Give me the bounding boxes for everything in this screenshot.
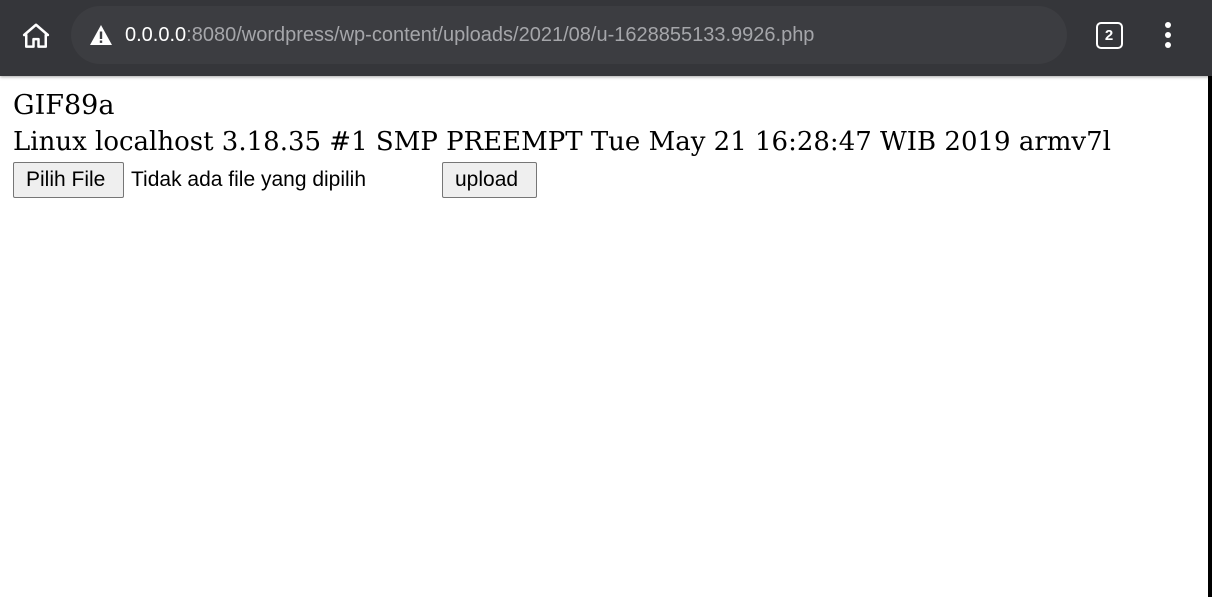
tab-switcher-button[interactable]: 2 [1088, 14, 1130, 56]
tab-switcher-icon: 2 [1095, 21, 1123, 49]
page-content: GIF89a Linux localhost 3.18.35 #1 SMP PR… [13, 88, 1111, 160]
browser-menu-button[interactable] [1148, 14, 1188, 56]
url-path: :8080/wordpress/wp-content/uploads/2021/… [186, 24, 815, 46]
url-text[interactable]: 0.0.0.0:8080/wordpress/wp-content/upload… [125, 6, 814, 64]
address-bar[interactable]: 0.0.0.0:8080/wordpress/wp-content/upload… [71, 6, 1067, 64]
upload-button[interactable]: upload [442, 162, 537, 198]
gif-header-text: GIF89a [13, 90, 115, 121]
url-host: 0.0.0.0 [125, 24, 187, 46]
tab-count: 2 [1104, 26, 1114, 44]
browser-toolbar: 0.0.0.0:8080/wordpress/wp-content/upload… [0, 0, 1212, 76]
not-secure-warning-icon[interactable] [89, 24, 113, 46]
window-edge [1208, 76, 1212, 597]
more-vert-icon [1165, 22, 1171, 48]
home-button[interactable] [14, 14, 58, 58]
system-info-text: Linux localhost 3.18.35 #1 SMP PREEMPT T… [13, 127, 1111, 157]
file-status-text: Tidak ada file yang dipilih [131, 168, 367, 191]
home-icon [22, 23, 50, 48]
choose-file-button[interactable]: Pilih File [13, 162, 124, 198]
